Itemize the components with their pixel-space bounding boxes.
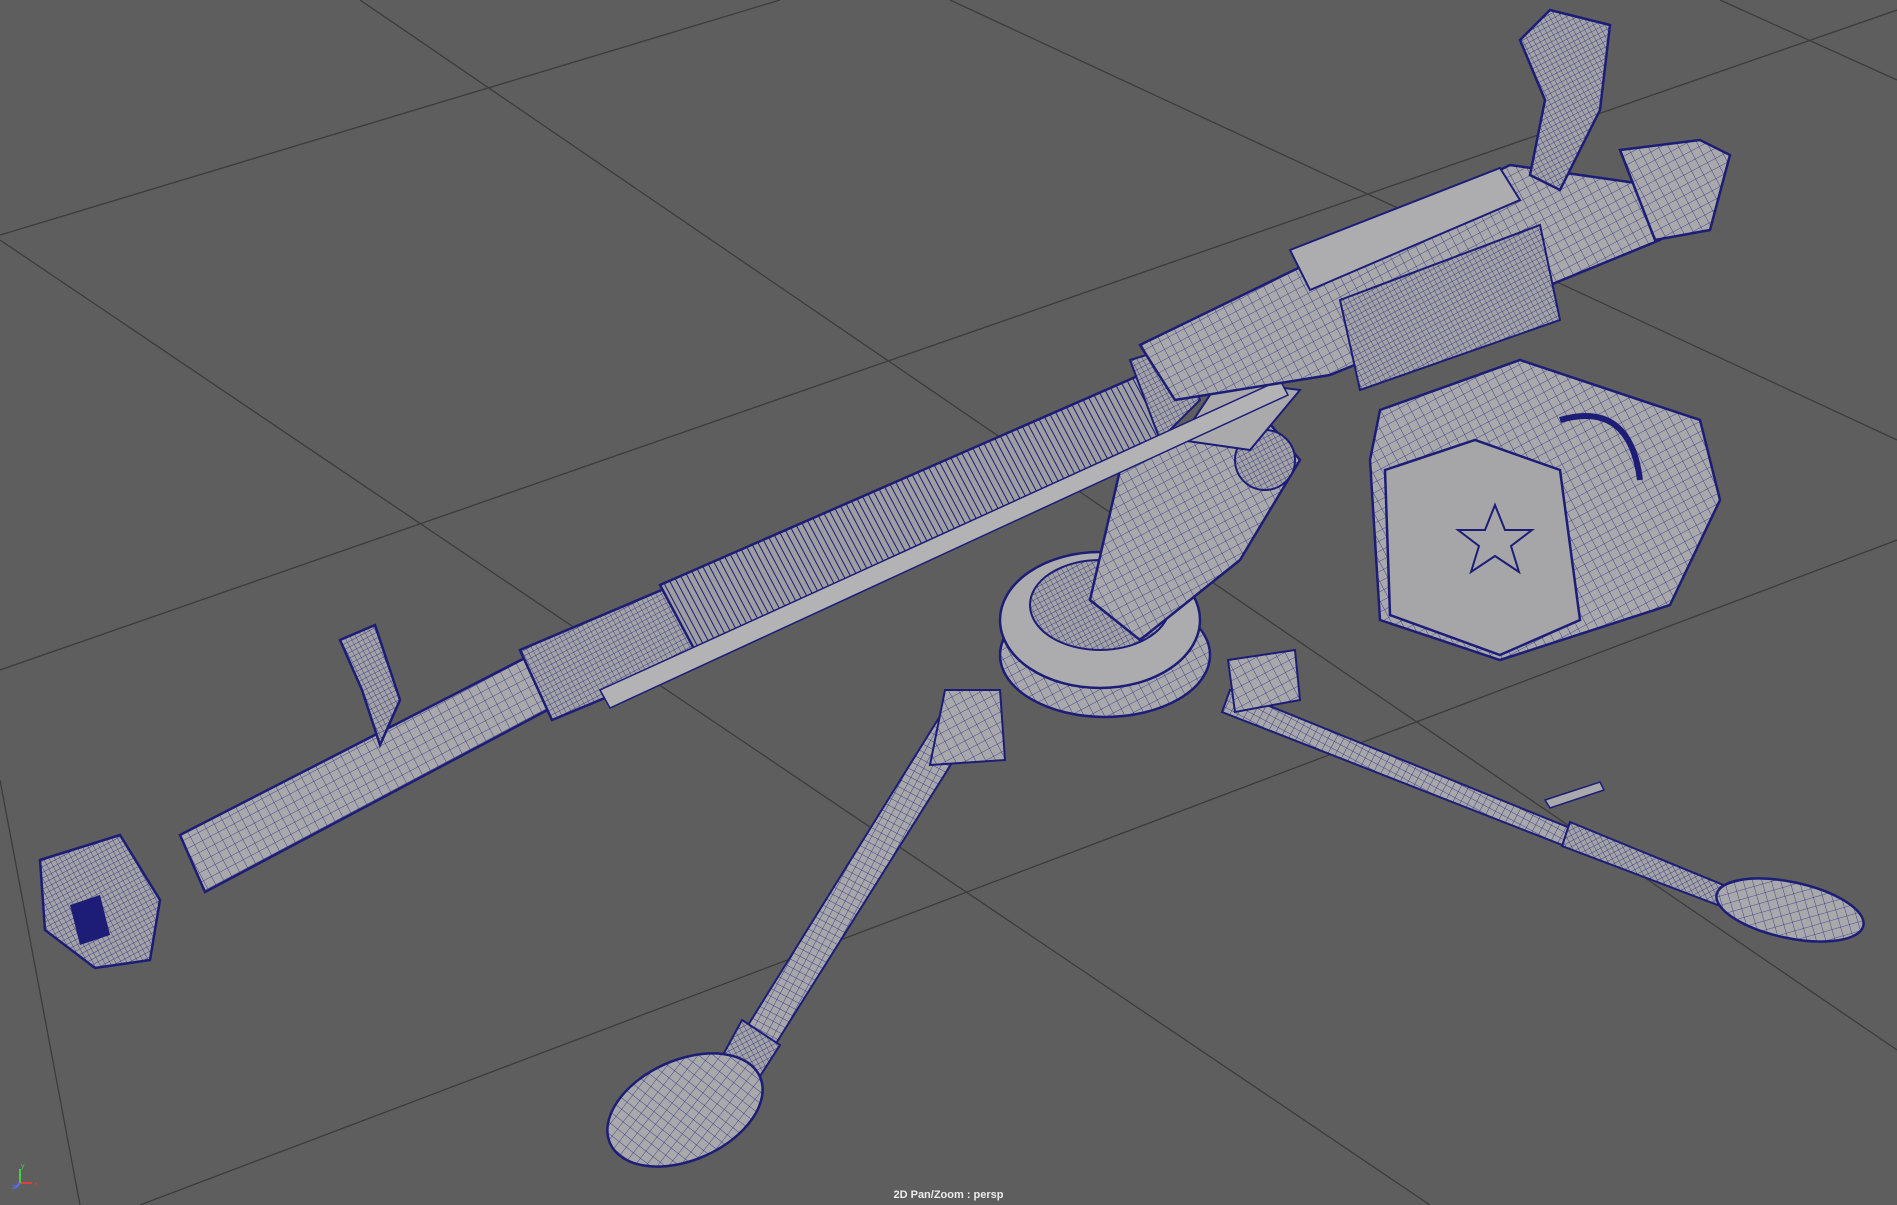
- foot-pad-right: [1715, 877, 1865, 943]
- rear-sight: [1518, 8, 1612, 192]
- ammo-drum[interactable]: [1368, 358, 1722, 662]
- axis-gizmo: x y z: [12, 1163, 38, 1191]
- receiver[interactable]: [1138, 8, 1732, 402]
- perspective-viewport[interactable]: x y z 2D Pan/Zoom : persp: [0, 0, 1897, 1205]
- axis-z-line: [14, 1182, 21, 1189]
- viewport-hud-label: 2D Pan/Zoom : persp: [893, 1189, 1004, 1201]
- scene-canvas[interactable]: [0, 0, 1897, 1205]
- tripod-leg-front[interactable]: [590, 648, 1302, 1189]
- axis-y-label: y: [21, 1163, 25, 1170]
- tripod-leg-right[interactable]: [1220, 688, 1869, 953]
- axis-x-label: x: [34, 1181, 38, 1188]
